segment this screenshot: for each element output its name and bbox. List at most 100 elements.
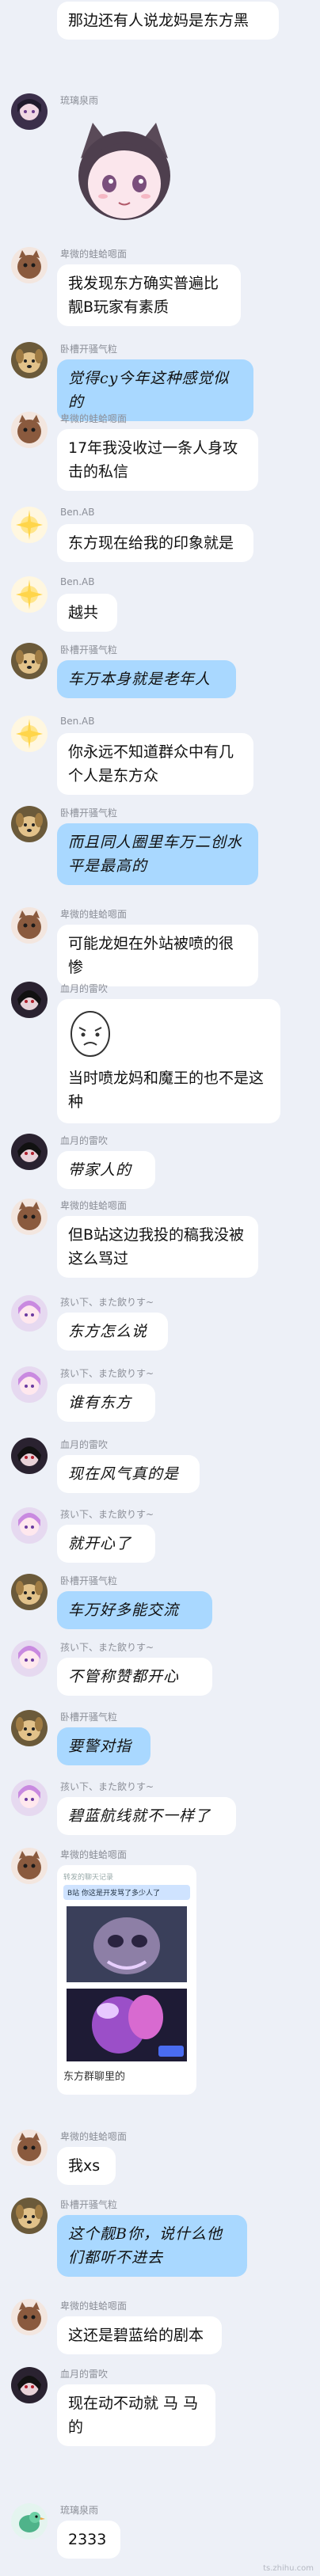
forwarded-image-card[interactable]: 转发的聊天记录 B站 你这是开发骂了多少人了 东方群聊里的 [57,1865,196,2095]
message-text: 这还是碧蓝给的剧本 [68,2327,204,2344]
avatar[interactable] [11,1848,48,1884]
face-sticker [68,1009,269,1066]
message-bubble[interactable]: 现在风气真的是 [57,1455,200,1493]
message-bubble[interactable]: 现在动不动就 马 马 的 [57,2384,215,2446]
sender-name: 血月的雷吹 [60,2369,109,2380]
avatar[interactable] [11,1295,48,1332]
message-bubble[interactable]: 那边还有人说龙妈是东方黑 [57,2,279,40]
sender-name: 孩い下、また飲りす~ [60,1781,154,1792]
message-bubble[interactable]: 17年我没收过一条人身攻击的私信 [57,429,258,491]
sender-name: 孩い下、また飲りす~ [60,1297,154,1308]
avatar[interactable] [11,643,48,679]
message-bubble[interactable]: 越共 [57,594,117,632]
sender-name: 卧槽开骚气粒 [60,807,118,819]
sender-name: 琉璃泉雨 [60,95,99,106]
card-header: 转发的聊天记录 [63,1874,114,1882]
avatar[interactable] [11,93,48,130]
message-text: 觉得cy今年这种感觉似的 [68,370,230,411]
message-text: 你永远不知道群众中有几个人是东方众 [68,743,234,785]
message-bubble[interactable]: 但B站这边我投的稿我没被这么骂过 [57,1216,258,1278]
sender-name: 卑微的蛙蛤嗯面 [60,249,128,260]
avatar[interactable] [11,247,48,283]
message-text: 东方现在给我的印象就是 [68,534,234,552]
sender-name: 血月的雷吹 [60,1439,109,1450]
avatar[interactable] [11,1134,48,1170]
sender-name: Ben.AB [60,507,95,518]
sender-name: 血月的雷吹 [60,1135,109,1146]
sender-name: 卑微的蛙蛤嗯面 [60,909,128,920]
avatar[interactable] [11,2503,48,2540]
avatar[interactable] [11,907,48,944]
avatar[interactable] [11,1199,48,1235]
avatar[interactable] [11,1710,48,1746]
message-bubble[interactable]: 我xs [57,2147,116,2185]
message-bubble[interactable]: 这还是碧蓝给的剧本 [57,2316,222,2354]
avatar[interactable] [11,1640,48,1677]
avatar[interactable] [11,2198,48,2234]
sender-name: 卧槽开骚气粒 [60,1575,118,1586]
message-bubble[interactable]: 碧蓝航线就不一样了 [57,1797,236,1835]
message-bubble[interactable]: 谁有东方 [57,1384,155,1422]
message-text: 谁有东方 [68,1394,132,1411]
sticker-image[interactable] [57,111,192,230]
message-text: 车万好多能交流 [68,1601,180,1619]
message-bubble[interactable]: 我发现东方确实普遍比靓B玩家有素质 [57,264,241,326]
message-bubble[interactable]: 东方现在给我的印象就是 [57,524,253,562]
sender-name: Ben.AB [60,576,95,587]
message-text: 东方怎么说 [68,1323,148,1340]
message-text: 当时喷龙妈和魔王的也不是这种 [68,1070,265,1111]
sender-name: 卧槽开骚气粒 [60,644,118,655]
sender-name: 孩い下、また飲りす~ [60,1642,154,1653]
chat-log: 那边还有人说龙妈是东方黑 琉璃泉雨 卑微的蛙蛤嗯面 我发现东方确实普遍比靓B玩家… [0,0,320,2576]
message-text: 就开心了 [68,1535,132,1552]
message-text: 我xs [68,2157,101,2175]
avatar[interactable] [11,2367,48,2403]
message-bubble[interactable]: 不管称赞都开心 [57,1658,212,1696]
message-text: 2333 [68,2531,107,2548]
message-text: 这个靓B你，说什么他们都听不进去 [68,2225,223,2266]
message-bubble[interactable]: 这个靓B你，说什么他们都听不进去 [57,2215,247,2277]
avatar[interactable] [11,342,48,378]
avatar[interactable] [11,1366,48,1403]
avatar[interactable] [11,1780,48,1816]
card-caption: 东方群聊里的 [63,2071,126,2083]
sender-name: 卑微的蛙蛤嗯面 [60,413,128,424]
message-bubble[interactable]: 车万好多能交流 [57,1591,212,1629]
avatar[interactable] [11,1574,48,1610]
sender-name: 卑微的蛙蛤嗯面 [60,2131,128,2142]
message-text: 要警对指 [68,1738,132,1755]
sender-name: 孩い下、また飲りす~ [60,1368,154,1379]
avatar[interactable] [11,2130,48,2166]
message-text: 而且同人圈里车万二创水平是最高的 [68,834,243,875]
avatar[interactable] [11,1438,48,1474]
message-text: 带家人的 [68,1161,132,1179]
sender-name: 琉璃泉雨 [60,2505,99,2516]
message-bubble[interactable]: 而且同人圈里车万二创水平是最高的 [57,823,258,885]
avatar[interactable] [11,982,48,1018]
message-bubble[interactable]: 东方怎么说 [57,1313,168,1351]
message-bubble[interactable]: 就开心了 [57,1525,155,1563]
avatar[interactable] [11,806,48,842]
avatar[interactable] [11,716,48,752]
message-bubble[interactable]: 2333 [57,2521,120,2559]
avatar[interactable] [11,576,48,613]
avatar[interactable] [11,412,48,448]
message-bubble[interactable]: 带家人的 [57,1151,155,1189]
message-text: 车万本身就是老年人 [68,671,211,688]
sender-name: 卑微的蛙蛤嗯面 [60,1849,128,1860]
card-image [63,1906,190,2065]
avatar[interactable] [11,1507,48,1544]
message-text: 越共 [68,604,99,621]
message-bubble[interactable]: 当时喷龙妈和魔王的也不是这种 [57,999,280,1123]
message-bubble[interactable]: 车万本身就是老年人 [57,660,236,698]
sender-name: 卧槽开骚气粒 [60,344,118,355]
message-bubble[interactable]: 可能龙妲在外站被喷的很惨 [57,925,258,986]
card-line: B站 你这是开发骂了多少人了 [63,1885,190,1900]
avatar[interactable] [11,2299,48,2335]
message-text: 碧蓝航线就不一样了 [68,1807,211,1825]
sender-name: 卧槽开骚气粒 [60,2199,118,2210]
message-bubble[interactable]: 要警对指 [57,1727,150,1765]
message-text: 那边还有人说龙妈是东方黑 [68,12,250,29]
avatar[interactable] [11,507,48,543]
message-bubble[interactable]: 你永远不知道群众中有几个人是东方众 [57,733,253,795]
